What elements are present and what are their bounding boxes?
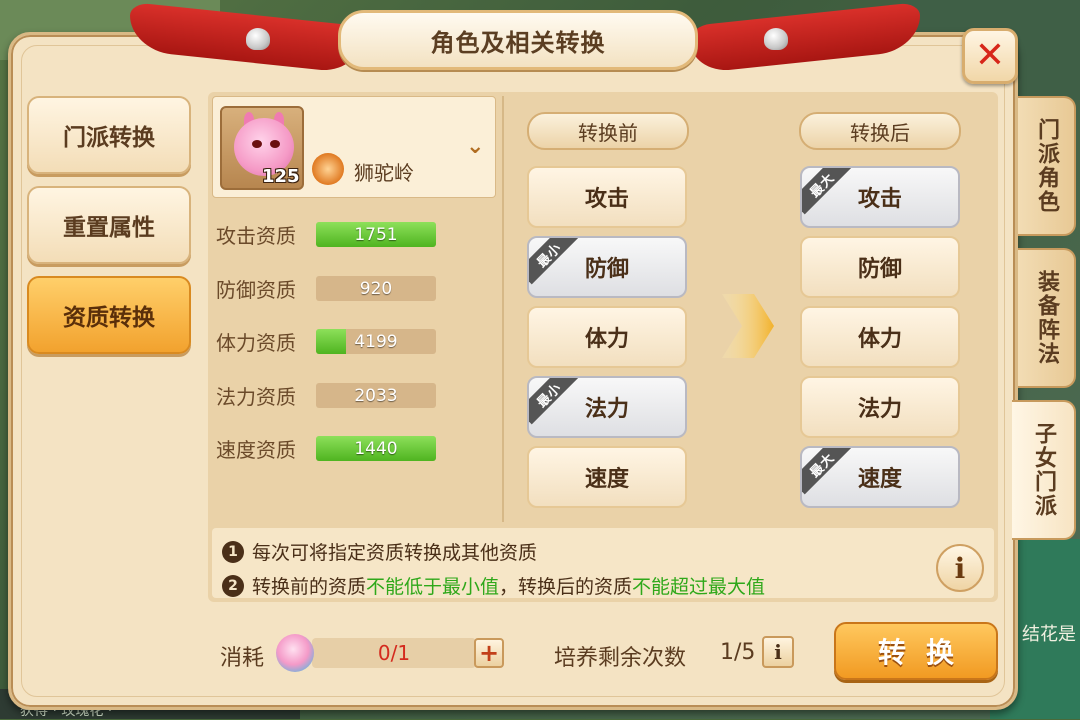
note-text-1: 每次可将指定资质转换成其他资质 xyxy=(252,542,538,564)
before-option-label: 体力 xyxy=(584,327,629,352)
stat-label-stamina: 体力资质 xyxy=(216,331,296,355)
dialog-title: 角色及相关转换 xyxy=(430,28,606,57)
background-right-text: 结花是 明。 xyxy=(1022,624,1080,645)
remaining-info-button[interactable]: i xyxy=(762,636,794,668)
note-text-2c: ，转换后的资质 xyxy=(499,576,633,598)
side-tab-equipment-formation[interactable]: 装备阵法 xyxy=(1018,248,1076,388)
side-tab-child-school[interactable]: 子女门派 xyxy=(1012,400,1076,540)
convert-button[interactable]: 转换 xyxy=(834,622,998,680)
note-text-2b: 不能低于最小值 xyxy=(366,576,500,598)
after-option-tag: 最大 xyxy=(802,168,852,215)
before-option-label: 攻击 xyxy=(584,187,629,212)
before-option[interactable]: 攻击 xyxy=(527,166,687,228)
after-option-label: 防御 xyxy=(857,257,902,282)
after-option[interactable]: 防御 xyxy=(800,236,960,298)
arrow-right-icon xyxy=(722,294,774,358)
before-option-label: 防御 xyxy=(584,257,629,282)
before-option[interactable]: 速度 xyxy=(527,446,687,508)
stat-bar-defense: 920 xyxy=(316,276,436,301)
bell-icon xyxy=(246,28,270,50)
stat-value-speed: 1440 xyxy=(354,438,398,459)
bell-icon xyxy=(764,28,788,50)
character-level: 125 xyxy=(262,166,300,187)
number-badge: 2 xyxy=(222,574,244,597)
column-divider xyxy=(502,96,504,522)
before-option-tag: 最小 xyxy=(529,238,579,285)
title-plate: 角色及相关转换 xyxy=(338,10,698,70)
cost-label: 消耗 xyxy=(220,646,265,671)
remaining-times-label: 培养剩余次数 xyxy=(554,646,687,671)
school-emblem-icon xyxy=(312,153,344,185)
note-line-2: 2 转换前的资质 不能低于最小值 ，转换后的资质 不能超过最大值 xyxy=(222,572,765,599)
before-option[interactable]: 最小 法力 xyxy=(527,376,687,438)
after-option[interactable]: 最大 速度 xyxy=(800,446,960,508)
after-option-label: 体力 xyxy=(857,327,902,352)
stat-value-stamina: 4199 xyxy=(354,331,398,352)
tab-reset-attributes[interactable]: 重置属性 xyxy=(27,186,191,264)
stat-value-attack: 1751 xyxy=(354,224,398,245)
before-option-label: 速度 xyxy=(584,467,629,492)
before-header: 转换前 xyxy=(527,112,689,150)
note-line-1: 1 每次可将指定资质转换成其他资质 xyxy=(222,538,537,565)
stat-value-mana: 2033 xyxy=(354,385,398,406)
after-option[interactable]: 最大 攻击 xyxy=(800,166,960,228)
after-option-label: 法力 xyxy=(857,397,902,422)
stat-bar-stamina: 4199 xyxy=(316,329,436,354)
stat-label-defense: 防御资质 xyxy=(216,278,296,302)
after-option[interactable]: 法力 xyxy=(800,376,960,438)
chevron-down-icon[interactable]: ⌄ xyxy=(466,134,484,159)
stat-value-defense: 920 xyxy=(359,278,393,299)
before-option-tag: 最小 xyxy=(529,378,579,425)
stat-bar-mana: 2033 xyxy=(316,383,436,408)
after-option-label: 攻击 xyxy=(857,187,902,212)
after-option-label: 速度 xyxy=(857,467,902,492)
stat-label-speed: 速度资质 xyxy=(216,438,296,462)
stat-label-mana: 法力资质 xyxy=(216,385,296,409)
side-tab-school-role[interactable]: 门派角色 xyxy=(1018,96,1076,236)
after-option[interactable]: 体力 xyxy=(800,306,960,368)
stat-bar-speed: 1440 xyxy=(316,436,436,461)
after-header: 转换后 xyxy=(799,112,961,150)
tab-aptitude-convert[interactable]: 资质转换 xyxy=(27,276,191,354)
before-option[interactable]: 体力 xyxy=(527,306,687,368)
tab-school-convert[interactable]: 门派转换 xyxy=(27,96,191,174)
info-button[interactable]: i xyxy=(936,544,984,592)
stat-label-attack: 攻击资质 xyxy=(216,224,296,248)
remaining-times-value: 1/5 xyxy=(720,640,756,665)
stat-bar-attack: 1751 xyxy=(316,222,436,247)
add-item-button[interactable]: + xyxy=(474,638,504,668)
before-option-label: 法力 xyxy=(584,397,629,422)
before-option[interactable]: 最小 防御 xyxy=(527,236,687,298)
cost-value: 0/1 xyxy=(312,638,476,668)
character-school: 狮驼岭 xyxy=(354,161,414,185)
note-text-2a: 转换前的资质 xyxy=(252,576,367,598)
number-badge: 1 xyxy=(222,540,244,563)
note-text-2d: 不能超过最大值 xyxy=(632,576,766,598)
cost-item-icon[interactable] xyxy=(276,634,314,672)
after-option-tag: 最大 xyxy=(802,448,852,495)
close-icon: ✕ xyxy=(974,35,1006,76)
close-button[interactable]: ✕ xyxy=(962,28,1018,84)
